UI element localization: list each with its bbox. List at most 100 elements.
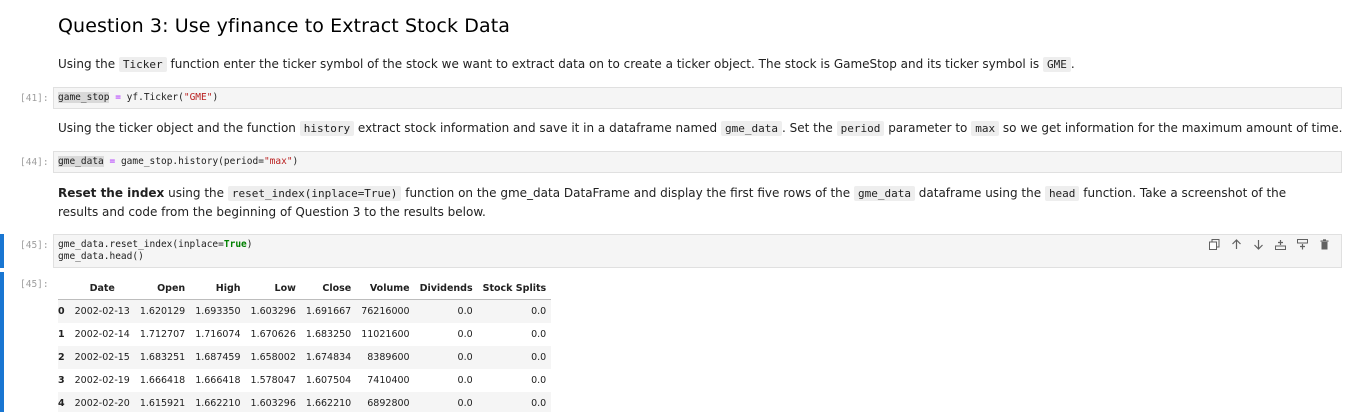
- code-line: gme_data.head(): [58, 251, 1337, 263]
- md-text: using the: [164, 186, 228, 200]
- code-token: gme_data.reset_index(inplace=: [58, 239, 224, 250]
- table-header-row: Date Open High Low Close Volume Dividends Stock…: [58, 277, 552, 300]
- insert-above-icon[interactable]: [1272, 239, 1288, 253]
- table-cell: 8389600: [367, 352, 410, 363]
- markdown-cell-reset-index: Reset the index using the reset_index(in…: [58, 184, 1318, 221]
- table-cell: 0.0: [457, 352, 473, 363]
- table-cell: 1.666418: [195, 375, 241, 386]
- table-cell: 1.662210: [305, 398, 352, 409]
- table-cell: 2002-02-19: [74, 375, 130, 386]
- table-cell: 1.693350: [195, 306, 241, 317]
- insert-below-icon[interactable]: [1294, 239, 1310, 253]
- code-token: ): [212, 92, 219, 103]
- cell-prompt-41: [41]:: [20, 93, 49, 104]
- table-row: 3 2002-02-19 1.666418 1.666418 1.578047 1.607…: [58, 369, 551, 392]
- notebook: Question 3: Use yfinance to Extract Stoc…: [0, 0, 1346, 412]
- table-cell: 6892800: [367, 398, 410, 409]
- dataframe-output: Date Open High Low Close Volume Dividends Stock…: [58, 277, 552, 412]
- md-text: function enter the ticker symbol of the …: [166, 57, 1043, 71]
- table-cell: 1.620129: [139, 306, 186, 317]
- column-header: High: [215, 282, 241, 294]
- table-cell: 1.674834: [305, 352, 352, 363]
- inline-code: period: [836, 121, 885, 136]
- table-cell: 1.683251: [139, 352, 186, 363]
- inline-code: Ticker: [118, 57, 167, 72]
- table-cell: 0.0: [457, 306, 473, 317]
- cell-toolbar: [1206, 239, 1332, 253]
- code-token: =: [109, 92, 127, 103]
- table-cell: 0.0: [457, 398, 473, 409]
- row-index: 4: [58, 398, 65, 409]
- table-cell: 1.658002: [250, 352, 296, 363]
- cell-prompt-45: [45]:: [20, 240, 49, 251]
- inline-code: GME: [1042, 57, 1071, 72]
- code-token: gme_data: [58, 156, 104, 167]
- table-cell: 0.0: [457, 375, 473, 386]
- table-cell: 0.0: [531, 398, 547, 409]
- column-header: Close: [322, 282, 352, 294]
- table-cell: 1.666418: [139, 375, 186, 386]
- row-index: 0: [58, 306, 65, 317]
- copy-icon[interactable]: [1206, 239, 1222, 253]
- active-cell-indicator: [0, 234, 4, 268]
- section-heading: Question 3: Use yfinance to Extract Stoc…: [58, 15, 510, 37]
- table-cell: 1.607504: [305, 375, 352, 386]
- table-cell: 1.603296: [250, 306, 296, 317]
- inline-code: reset_index(inplace=True): [227, 186, 402, 201]
- table-cell: 1.615921: [139, 398, 186, 409]
- code-token: game_stop.history(period=: [120, 156, 264, 167]
- md-text: . Set the: [781, 121, 837, 135]
- table-cell: 0.0: [531, 329, 547, 340]
- column-header: Dividends: [419, 282, 473, 294]
- inline-code: history: [299, 121, 355, 136]
- arrow-down-icon[interactable]: [1250, 239, 1266, 253]
- inline-code: max: [971, 121, 1000, 136]
- table-cell: 11021600: [361, 329, 410, 340]
- delete-icon[interactable]: [1316, 239, 1332, 253]
- code-token: game_stop: [58, 92, 110, 103]
- md-text: .: [1070, 57, 1075, 71]
- md-bold-text: Reset the index: [58, 186, 165, 200]
- row-index: 2: [58, 352, 65, 363]
- table-cell: 7410400: [367, 375, 410, 386]
- column-header: Open: [157, 282, 186, 294]
- code-token: "GME": [183, 92, 213, 103]
- table-cell: 1.716074: [195, 329, 241, 340]
- markdown-cell-history: Using the ticker object and the function…: [58, 119, 1342, 138]
- table-cell: 1.683250: [305, 329, 352, 340]
- column-header: Stock Splits: [482, 282, 547, 294]
- md-text: function on the gme_data DataFrame and d…: [401, 186, 854, 200]
- table-cell: 1.578047: [250, 375, 296, 386]
- table-cell: 1.603296: [250, 398, 296, 409]
- code-token: ): [292, 156, 299, 167]
- code-token: =: [103, 156, 121, 167]
- row-index: 3: [58, 375, 65, 386]
- code-token: ): [246, 239, 253, 250]
- code-token: gme_data.head(): [58, 251, 144, 262]
- md-text: parameter to: [884, 121, 972, 135]
- column-header: Volume: [369, 282, 410, 294]
- markdown-cell-intro: Using the Ticker function enter the tick…: [58, 55, 1075, 74]
- output-prompt-45: [45]:: [20, 279, 49, 290]
- table-cell: 76216000: [361, 306, 410, 317]
- table-cell: 1.691667: [305, 306, 352, 317]
- table-cell: 2002-02-15: [74, 352, 130, 363]
- code-token: yf.Ticker(: [126, 92, 184, 103]
- code-cell-44[interactable]: gme_data = game_stop.history(period="max…: [53, 151, 1342, 173]
- table-cell: 2002-02-13: [74, 306, 130, 317]
- table-row: 2 2002-02-15 1.683251 1.687459 1.658002 1.674…: [58, 346, 552, 369]
- active-output-indicator: [0, 272, 4, 412]
- code-line: gme_data = game_stop.history(period="max…: [58, 156, 1337, 168]
- table-cell: 2002-02-14: [74, 329, 130, 340]
- table-cell: 1.662210: [195, 398, 241, 409]
- code-line: game_stop = yf.Ticker("GME"): [58, 92, 1337, 104]
- md-text: extract stock information and save it in…: [354, 121, 721, 135]
- column-header: Date: [89, 282, 115, 294]
- table-row: 4 2002-02-20 1.615921 1.662210 1.603296 1.662…: [58, 392, 552, 412]
- arrow-up-icon[interactable]: [1228, 239, 1244, 253]
- code-cell-41[interactable]: game_stop = yf.Ticker("GME"): [53, 87, 1342, 109]
- table-cell: 1.687459: [195, 352, 241, 363]
- inline-code: gme_data: [853, 186, 915, 201]
- code-cell-45[interactable]: gme_data.reset_index(inplace=True) gme_d…: [53, 234, 1342, 268]
- md-text: dataframe using the: [914, 186, 1045, 200]
